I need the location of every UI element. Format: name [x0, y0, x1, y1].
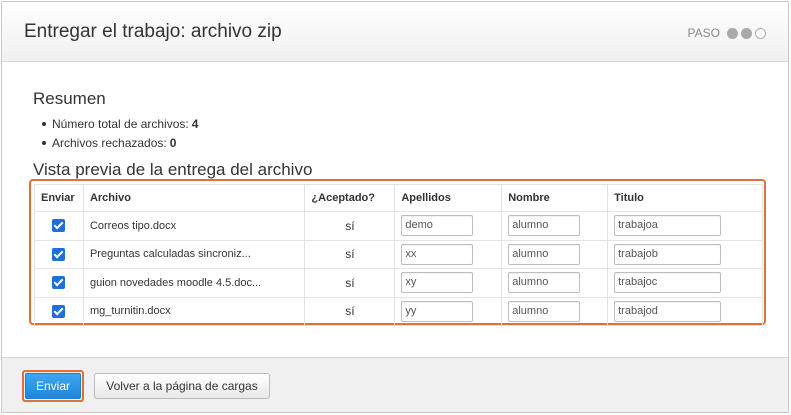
file-name: Correos tipo.docx: [82, 211, 306, 241]
table-row: mg_turnitin.docx sí yy alumno trabajod: [34, 296, 763, 326]
apellidos-cell: demo: [394, 211, 503, 241]
nombre-cell: alumno: [501, 268, 609, 298]
summary-item-rejected: Archivos rechazados: 0: [42, 133, 198, 152]
send-checkbox[interactable]: [52, 276, 66, 290]
summary-label: Número total de archivos:: [52, 116, 189, 131]
send-cell: [34, 211, 84, 241]
col-header-archivo[interactable]: Archivo: [82, 184, 306, 212]
summary-value: 0: [169, 135, 177, 150]
titulo-cell: trabajod: [607, 296, 763, 326]
send-checkbox[interactable]: [52, 219, 66, 233]
summary-value: 4: [191, 116, 199, 131]
apellidos-input[interactable]: xy: [401, 272, 474, 294]
titulo-input[interactable]: trabajod: [614, 300, 722, 322]
send-checkbox[interactable]: [52, 304, 66, 318]
summary-title: Resumen: [33, 89, 106, 108]
preview-title: Vista previa de la entrega del archivo: [33, 160, 313, 179]
apellidos-input[interactable]: demo: [401, 215, 474, 237]
summary-list: Número total de archivos: 4 Archivos rec…: [42, 114, 198, 152]
apellidos-cell: xx: [394, 239, 503, 269]
dialog-header: Entregar el trabajo: archivo zip PASO: [2, 2, 788, 62]
titulo-input[interactable]: trabajoa: [614, 215, 722, 237]
send-cell: [34, 268, 84, 298]
nombre-cell: alumno: [501, 239, 609, 269]
apellidos-input[interactable]: xx: [401, 243, 474, 265]
col-header-aceptado[interactable]: ¿Aceptado?: [304, 184, 396, 212]
dialog-footer: Enviar Volver a la página de cargas: [2, 357, 788, 412]
send-cell: [34, 239, 84, 269]
nombre-input[interactable]: alumno: [508, 300, 581, 322]
table-header-row: Enviar Archivo ¿Aceptado? Apellidos Nomb…: [34, 184, 763, 212]
submit-dialog: Entregar el trabajo: archivo zip PASO Re…: [1, 1, 789, 413]
col-header-titulo[interactable]: Titulo: [607, 184, 763, 212]
table-row: Preguntas calculadas sincroniz... sí xx …: [34, 239, 763, 269]
send-cell: [34, 296, 84, 326]
file-name: guion novedades moodle 4.5.doc...: [82, 268, 306, 298]
submit-button-highlight: Enviar: [22, 370, 84, 402]
back-to-uploads-button[interactable]: Volver a la página de cargas: [94, 373, 270, 399]
nombre-input[interactable]: alumno: [508, 243, 581, 265]
step-indicator: PASO: [688, 26, 766, 40]
col-header-enviar[interactable]: Enviar: [34, 184, 84, 212]
accepted-value: sí: [304, 211, 396, 241]
preview-table: Enviar Archivo ¿Aceptado? Apellidos Nomb…: [34, 184, 763, 326]
col-header-apellidos[interactable]: Apellidos: [394, 184, 503, 212]
bullet-icon: [42, 140, 46, 145]
col-header-nombre[interactable]: Nombre: [501, 184, 609, 212]
nombre-input[interactable]: alumno: [508, 215, 581, 237]
titulo-cell: trabajoa: [607, 211, 763, 241]
file-name: Preguntas calculadas sincroniz...: [82, 239, 306, 269]
summary-label: Archivos rechazados:: [52, 135, 167, 150]
nombre-cell: alumno: [501, 211, 609, 241]
step-dot-2: [741, 27, 752, 39]
send-checkbox[interactable]: [52, 247, 66, 261]
accepted-value: sí: [304, 268, 396, 298]
titulo-cell: trabajoc: [607, 268, 763, 298]
dialog-title: Entregar el trabajo: archivo zip: [24, 21, 282, 42]
submit-button[interactable]: Enviar: [25, 373, 81, 399]
step-dot-3: [755, 27, 766, 39]
accepted-value: sí: [304, 239, 396, 269]
apellidos-cell: xy: [394, 268, 503, 298]
summary-item-total: Número total de archivos: 4: [42, 114, 198, 133]
apellidos-input[interactable]: yy: [401, 300, 474, 322]
titulo-cell: trabajob: [607, 239, 763, 269]
nombre-input[interactable]: alumno: [508, 272, 581, 294]
titulo-input[interactable]: trabajoc: [614, 272, 722, 294]
bullet-icon: [42, 121, 46, 126]
nombre-cell: alumno: [501, 296, 609, 326]
table-row: guion novedades moodle 4.5.doc... sí xy …: [34, 268, 763, 298]
step-label: PASO: [687, 26, 720, 40]
accepted-value: sí: [304, 296, 396, 326]
file-name: mg_turnitin.docx: [82, 296, 306, 326]
step-dot-1: [727, 27, 738, 39]
apellidos-cell: yy: [394, 296, 503, 326]
table-row: Correos tipo.docx sí demo alumno trabajo…: [34, 211, 763, 241]
titulo-input[interactable]: trabajob: [614, 243, 722, 265]
preview-table-frame: Enviar Archivo ¿Aceptado? Apellidos Nomb…: [29, 179, 766, 326]
